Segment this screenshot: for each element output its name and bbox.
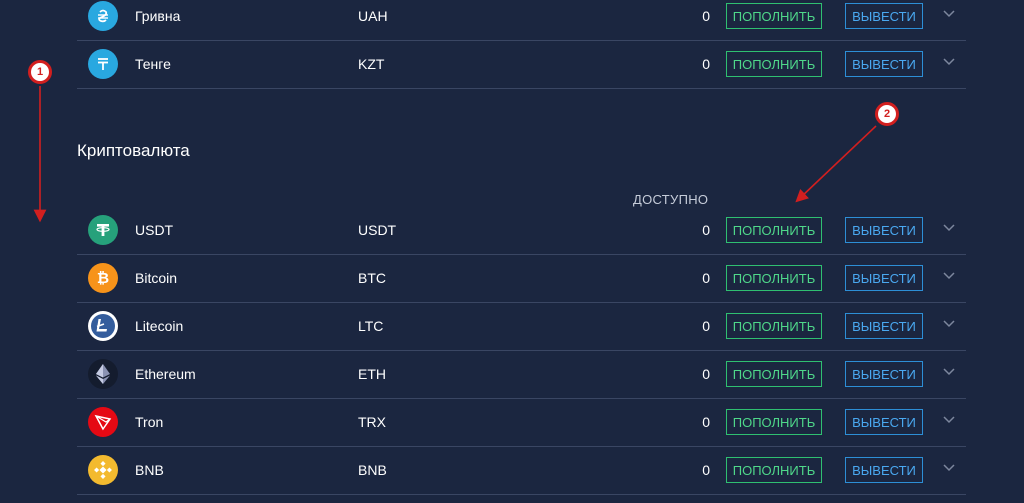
annotation-marker-2: 2 — [875, 102, 899, 126]
annotation-arrow-2 — [795, 125, 877, 203]
wallet-page: Гривна UAH 0 ПОПОЛНИТЬ ВЫВЕСТИ Тенге KZT… — [0, 0, 1024, 503]
annotation-marker-1: 1 — [28, 60, 52, 84]
annotation-arrows — [33, 86, 877, 223]
